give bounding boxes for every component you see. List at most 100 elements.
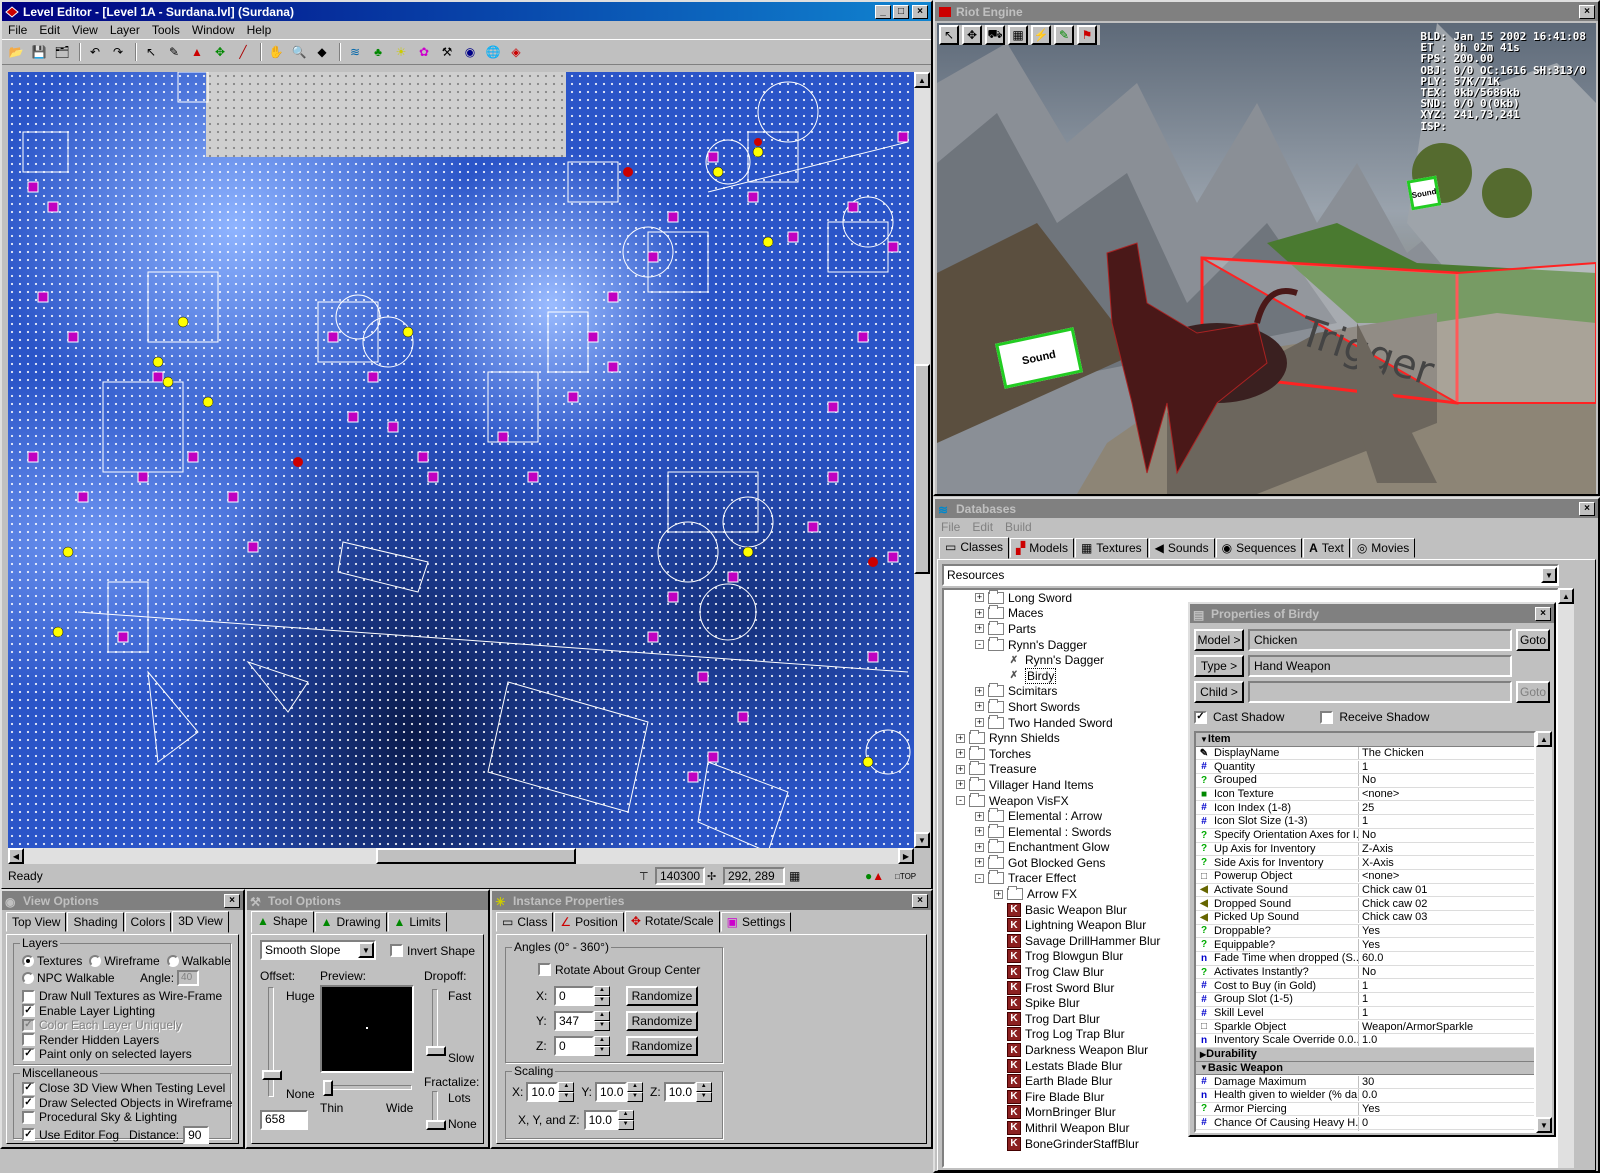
scale-y-spinner[interactable]: ▲ ▼ bbox=[627, 1082, 644, 1102]
checkbox-row[interactable]: Draw Null Textures as Wire-Frame bbox=[22, 989, 231, 1004]
property-row[interactable]: ◀ Picked Up Sound Chick caw 03 bbox=[1196, 910, 1534, 925]
expand-icon[interactable]: + bbox=[975, 718, 984, 728]
menu-help[interactable]: Help bbox=[247, 23, 272, 37]
menu-edit[interactable]: Edit bbox=[39, 23, 60, 37]
angle-x-spinner[interactable]: ▲ ▼ bbox=[594, 986, 610, 1006]
expand-icon[interactable]: + bbox=[956, 749, 965, 759]
tab-sequences[interactable]: ◉ Sequences bbox=[1215, 538, 1303, 558]
tab-settings[interactable]: ▣ Settings bbox=[720, 912, 792, 932]
eyedropper-icon[interactable]: ✎ bbox=[164, 42, 184, 62]
scale-xyz-input[interactable]: 10.0 bbox=[583, 1110, 618, 1130]
property-value[interactable]: 0 bbox=[1359, 1117, 1368, 1129]
property-value[interactable]: 0.0 bbox=[1359, 1089, 1377, 1101]
property-value[interactable]: 1 bbox=[1359, 815, 1368, 827]
paint-icon[interactable]: ╱ bbox=[233, 42, 253, 62]
scale-xyz-spinner[interactable]: ▲ ▼ bbox=[617, 1110, 634, 1130]
expand-icon[interactable]: + bbox=[975, 624, 984, 634]
property-row[interactable]: # Chance Of Causing Heavy H... 0 bbox=[1196, 1116, 1534, 1130]
collapse-icon[interactable]: ▼ bbox=[1200, 1063, 1208, 1072]
property-row[interactable]: ? Specify Orientation Axes for I... No bbox=[1196, 828, 1534, 843]
checkbox-row[interactable]: ✓ Color Each Layer Uniquely bbox=[22, 1018, 231, 1033]
expand-icon[interactable]: + bbox=[956, 780, 965, 790]
property-row[interactable]: ? Equippable? Yes bbox=[1196, 938, 1534, 952]
grid-icon[interactable]: ▦ bbox=[1008, 25, 1028, 45]
scale-y-input[interactable]: 10.0 bbox=[595, 1082, 628, 1102]
zoom-icon[interactable]: 🔍 bbox=[289, 42, 309, 62]
checkbox[interactable] bbox=[22, 1033, 35, 1047]
brush-size-input[interactable]: 658 bbox=[260, 1110, 308, 1130]
menu-tools[interactable]: Tools bbox=[152, 23, 180, 37]
colors-icon[interactable]: ✿ bbox=[414, 42, 434, 62]
angle-y-spinner[interactable]: ▲ ▼ bbox=[594, 1011, 610, 1031]
fractalize-slider-thumb[interactable] bbox=[426, 1120, 446, 1130]
tab-top-view[interactable]: Top View bbox=[6, 912, 67, 932]
scroll-thumb[interactable] bbox=[914, 364, 930, 574]
close-button[interactable]: × bbox=[912, 894, 928, 908]
scroll-up-icon[interactable]: ▲ bbox=[914, 72, 930, 88]
menu-build[interactable]: Build bbox=[1005, 520, 1032, 534]
scale-z-spinner[interactable]: ▲ ▼ bbox=[695, 1082, 712, 1102]
checkbox-row[interactable]: Render Hidden Layers bbox=[22, 1033, 231, 1048]
width-slider[interactable] bbox=[323, 1080, 412, 1096]
sound-trigger-box-small[interactable]: Sound bbox=[1406, 175, 1442, 211]
property-row[interactable]: ? Activates Instantly? No bbox=[1196, 965, 1534, 980]
property-value[interactable]: Chick caw 01 bbox=[1359, 884, 1427, 896]
property-value[interactable]: X-Axis bbox=[1359, 857, 1394, 869]
checkbox-row[interactable]: Procedural Sky & Lighting bbox=[22, 1110, 232, 1125]
collapse-icon[interactable]: - bbox=[975, 873, 984, 883]
wireframe-radio[interactable] bbox=[89, 954, 102, 967]
property-category[interactable]: ▼ Item bbox=[1196, 733, 1534, 747]
checkbox[interactable]: ✓ bbox=[22, 1018, 35, 1032]
redo-icon[interactable]: ↷ bbox=[108, 42, 128, 62]
randomize-x-button[interactable]: Randomize bbox=[626, 986, 698, 1006]
save-all-icon[interactable]: 🗂 bbox=[52, 42, 72, 62]
expand-icon[interactable]: + bbox=[975, 811, 984, 821]
property-value[interactable]: 1 bbox=[1359, 993, 1368, 1005]
property-value[interactable]: The Chicken bbox=[1359, 747, 1424, 759]
flag-icon[interactable]: ⚑ bbox=[1077, 25, 1097, 45]
top-only-icon[interactable]: □TOP bbox=[895, 872, 929, 881]
child-field[interactable] bbox=[1248, 681, 1512, 703]
move-icon[interactable]: ✥ bbox=[210, 42, 230, 62]
property-row[interactable]: ■ Icon Texture <none> bbox=[1196, 787, 1534, 802]
menu-file[interactable]: File bbox=[8, 23, 27, 37]
hand-icon[interactable]: ✋ bbox=[266, 42, 286, 62]
chevron-down-icon[interactable]: ▼ bbox=[1541, 567, 1557, 583]
npc-walkable-radio[interactable] bbox=[22, 972, 34, 984]
checkbox[interactable] bbox=[22, 1110, 35, 1124]
checkbox-row[interactable]: ✓ Close 3D View When Testing Level bbox=[22, 1081, 232, 1096]
walkable-radio[interactable] bbox=[166, 954, 179, 967]
property-row[interactable]: □ Sparkle Object Weapon/ArmorSparkle bbox=[1196, 1020, 1534, 1035]
randomize-z-button[interactable]: Randomize bbox=[626, 1036, 698, 1056]
invert-shape-checkbox[interactable] bbox=[390, 944, 403, 957]
tab-limits[interactable]: ▲ Limits bbox=[387, 912, 447, 932]
close-button[interactable]: × bbox=[224, 894, 240, 908]
property-row[interactable]: # Icon Slot Size (1-3) 1 bbox=[1196, 815, 1534, 829]
scroll-up-icon[interactable]: ▲ bbox=[1536, 731, 1552, 747]
scroll-left-icon[interactable]: ◀ bbox=[8, 848, 24, 864]
property-row[interactable]: n Health given to wielder (% da... 0.0 bbox=[1196, 1088, 1534, 1103]
model-goto-button[interactable]: Goto bbox=[1516, 629, 1550, 651]
checkbox-row[interactable]: ✓ Enable Layer Lighting bbox=[22, 1004, 231, 1019]
property-row[interactable]: ? Up Axis for Inventory Z-Axis bbox=[1196, 842, 1534, 857]
property-grid-scrollbar[interactable]: ▲ ▼ bbox=[1536, 731, 1552, 1133]
cast-shadow-checkbox[interactable]: ✓ bbox=[1194, 710, 1207, 724]
eye-icon[interactable]: ◉ bbox=[460, 42, 480, 62]
menu-window[interactable]: Window bbox=[192, 23, 235, 37]
property-value[interactable]: No bbox=[1359, 829, 1376, 841]
tab-sounds[interactable]: ◀ Sounds bbox=[1148, 538, 1215, 558]
property-row[interactable]: □ Powerup Object <none> bbox=[1196, 869, 1534, 884]
close-button[interactable]: × bbox=[1579, 502, 1595, 516]
expand-icon[interactable]: + bbox=[975, 827, 984, 837]
menu-layer[interactable]: Layer bbox=[110, 23, 140, 37]
angle-x-input[interactable]: 0 bbox=[554, 986, 594, 1006]
property-value[interactable]: 1.0 bbox=[1359, 1034, 1377, 1046]
tab-class[interactable]: ▭ Class bbox=[496, 912, 554, 932]
scale-x-input[interactable]: 10.0 bbox=[526, 1082, 559, 1102]
property-value[interactable]: <none> bbox=[1359, 788, 1399, 800]
distance-input[interactable]: 90 bbox=[183, 1125, 210, 1144]
tab-models[interactable]: ▞ Models bbox=[1010, 538, 1074, 558]
property-row[interactable]: # Cost to Buy (in Gold) 1 bbox=[1196, 979, 1534, 994]
map-horizontal-scrollbar[interactable]: ◀ ▶ bbox=[8, 848, 914, 864]
databases-titlebar[interactable]: ≋ Databases × bbox=[935, 499, 1598, 518]
